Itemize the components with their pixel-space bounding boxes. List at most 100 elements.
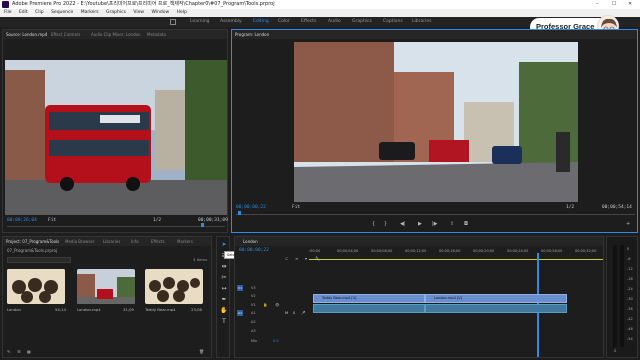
video-clip-teddy-bear[interactable]: Teddy Bear.mp4 [V] [313,294,425,303]
ruler-label: 00;00;16;00 [439,249,461,253]
meter-scale-label: -48 [627,327,633,331]
source-video-frame[interactable] [5,60,227,215]
source-scrub-bar[interactable] [7,226,225,227]
tab-sequence-london[interactable]: London [243,237,258,246]
program-playhead[interactable] [238,211,241,215]
tab-media-browser[interactable]: Media Browser [65,237,95,246]
workspace-learning[interactable]: Learning [190,17,210,27]
camera-icon[interactable]: ◘ [464,221,468,227]
workspace-color[interactable]: Color [278,17,290,27]
selection-tool-icon[interactable]: ➤ [220,241,228,248]
audio-meters: 0 -6 -12 -18 -24 -30 -36 -42 -48 -54 S [606,236,638,358]
lift-icon[interactable]: ⇧ [450,221,454,227]
menu-file[interactable]: File [4,10,12,15]
program-fit-select[interactable]: Fit [292,205,300,210]
mark-in-icon[interactable]: { [372,221,375,227]
type-tool-icon[interactable]: T [220,318,228,325]
tab-effect-controls[interactable]: Effect Controls [51,30,80,39]
target-a1-button[interactable]: A1 [237,310,243,316]
timeline-timecode[interactable]: 00;00;00;22 [239,248,269,253]
menu-view[interactable]: View [133,10,144,15]
audio-clip-london[interactable] [425,304,567,313]
menu-markers[interactable]: Markers [81,10,99,15]
ruler-label: :00;00 [309,249,321,253]
mute-button[interactable]: M [285,311,288,315]
thumbnail-london[interactable] [7,269,65,304]
meter-solo-button[interactable]: S [614,349,616,353]
workspace-editing[interactable]: Editing [253,17,269,27]
add-marker-icon[interactable]: ▾ [305,256,307,261]
ruler-label: 00;00;20;00 [473,249,495,253]
eye-icon[interactable]: 👁 [275,303,279,307]
lock-icon[interactable]: 🔒 [263,303,267,307]
target-v1-button[interactable]: V1 [237,285,243,291]
workspace-assembly[interactable]: Assembly [220,17,242,27]
close-button[interactable]: ✕ [628,0,632,9]
workspace-effects[interactable]: Effects [301,17,316,27]
thumbnail-london-mp4[interactable] [77,269,135,304]
menu-help[interactable]: Help [177,10,187,15]
slip-tool-icon[interactable]: ↔ [220,285,228,292]
tab-metadata[interactable]: Metadata [147,30,166,39]
pencil-icon[interactable]: ✎ [7,349,10,354]
microphone-icon[interactable]: 🎤 [301,311,305,315]
program-video-frame[interactable] [294,42,578,202]
play-icon[interactable]: ▶ [418,221,422,227]
mark-out-icon[interactable]: } [384,221,387,227]
tab-audio-clip-mixer[interactable]: Audio Clip Mixer: London [91,30,141,39]
pen-tool-icon[interactable]: ✒ [220,296,228,303]
tab-libraries[interactable]: Libraries [103,237,120,246]
track-headers: V1 V3 V2 V1 A1 A1 A2 A3 Mix 0.0 🔒 👁 M S … [237,277,307,347]
menu-edit[interactable]: Edit [19,10,28,15]
tab-program[interactable]: Program: London [235,30,269,39]
video-clip-london[interactable]: London.mp4 [V] [425,294,567,303]
home-icon[interactable] [170,19,176,25]
tab-markers[interactable]: Markers [177,237,193,246]
work-area-bar[interactable] [309,259,603,260]
hand-tool-icon[interactable]: ✋ [220,307,228,314]
ripple-edit-tool-icon[interactable]: ⇹ [220,263,228,270]
snap-icon[interactable]: ⊂ [285,256,288,261]
meter-scale-label: -36 [627,307,633,311]
maximize-button[interactable]: ☐ [612,0,616,9]
program-scrub-bar[interactable] [236,214,635,215]
source-playhead[interactable] [201,223,204,227]
step-back-icon[interactable]: ◀| [400,221,406,227]
add-button-icon[interactable]: + [626,221,630,227]
source-fit-select[interactable]: Fit [48,218,56,223]
step-forward-icon[interactable]: |▶ [432,221,438,227]
tab-effects[interactable]: Effects [151,237,165,246]
list-view-icon[interactable]: ☰ [17,349,21,354]
workspace-audio[interactable]: Audio [328,17,341,27]
mix-value[interactable]: 0.0 [273,339,279,343]
audio-clip-teddy-bear[interactable] [313,304,425,313]
solo-button[interactable]: S [293,311,295,315]
workspace-captions[interactable]: Captions [383,17,403,27]
workspace-libraries[interactable]: Libraries [412,17,431,27]
menu-clip[interactable]: Clip [35,10,44,15]
tab-info[interactable]: Info [131,237,139,246]
razor-tool-icon[interactable]: ✂ [220,274,228,281]
program-duration: 00;00;54;14 [602,205,632,210]
menu-graphics[interactable]: Graphics [106,10,126,15]
linked-selection-icon[interactable]: ∞ [295,256,298,261]
trash-icon[interactable]: 🗑 [199,349,204,354]
program-timecode[interactable]: 00;00;00;22 [236,205,266,210]
project-search-input[interactable] [7,257,71,263]
tab-source[interactable]: Source: London.mp4 [6,30,47,39]
menu-window[interactable]: Window [151,10,169,15]
icon-view-icon[interactable]: ▦ [27,349,31,354]
menu-sequence[interactable]: Sequence [51,10,73,15]
meter-scale-label: -30 [627,297,633,301]
thumbnail-teddy-bear[interactable] [145,269,203,304]
source-resolution-select[interactable]: 1/2 [153,218,161,223]
program-resolution-select[interactable]: 1/2 [566,205,574,210]
minimize-button[interactable]: – [596,0,599,9]
track-label-v3: V3 [251,286,256,290]
tab-project[interactable]: Project: 07_Program&Tools [6,237,59,246]
workspace-graphics[interactable]: Graphics [352,17,372,27]
time-ruler[interactable]: :00;00 00;00;04;00 00;00;08;00 00;00;12;… [309,249,603,259]
clip-name: London.mp4 [V] [434,296,463,300]
source-timecode[interactable]: 00;00;26;04 [7,218,37,223]
project-tabbar: Project: 07_Program&Tools Media Browser … [3,237,211,246]
